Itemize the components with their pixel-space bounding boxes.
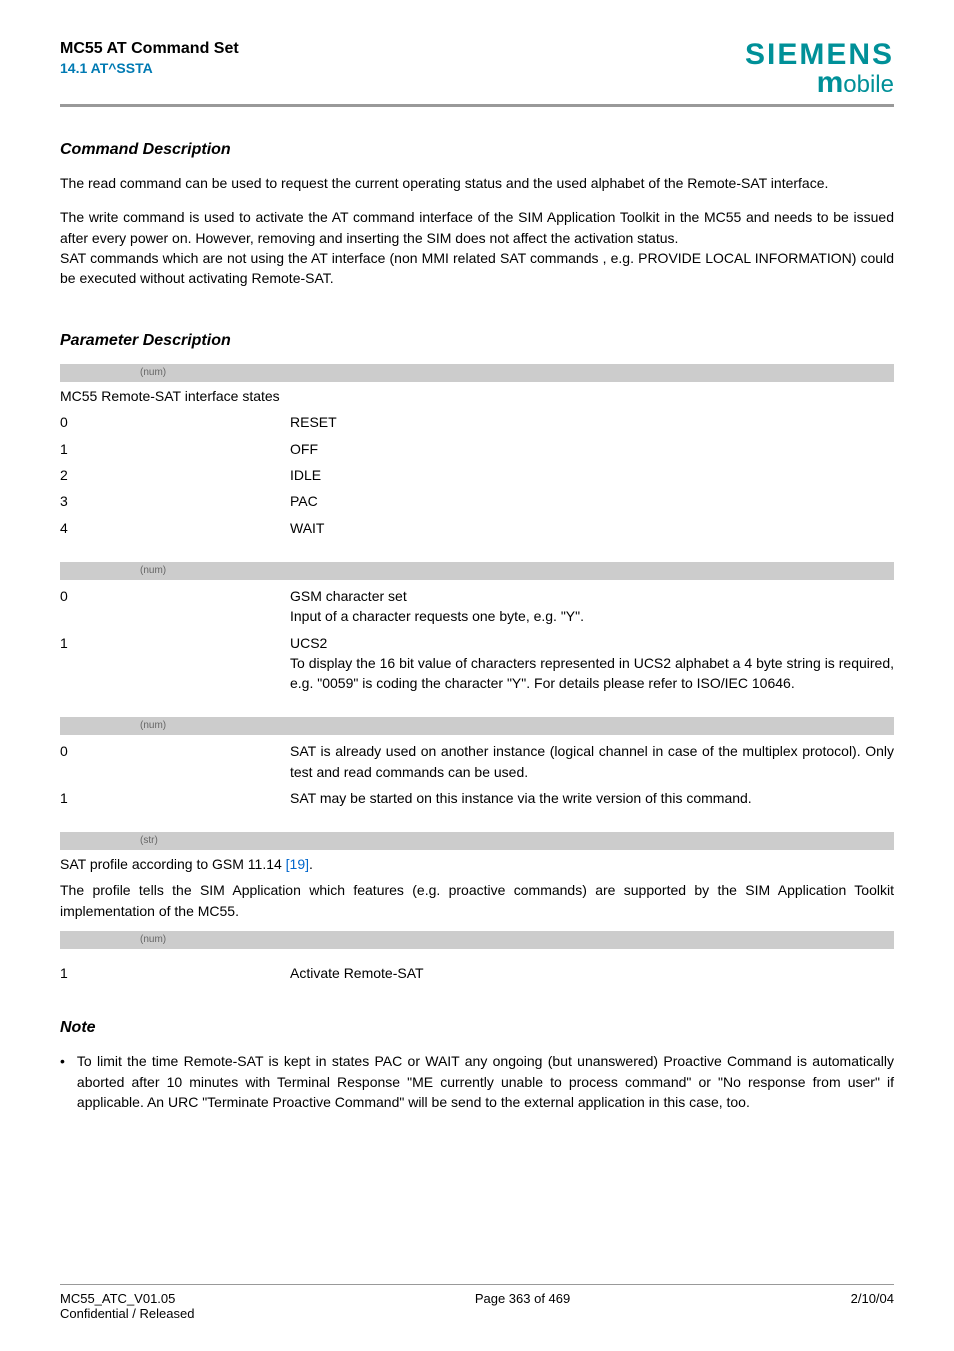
doc-title: MC55 AT Command Set — [60, 40, 239, 58]
table-row: 1OFF — [60, 439, 894, 459]
param-tag: (num) — [60, 364, 894, 382]
page-footer: MC55_ATC_V01.05 Confidential / Released … — [60, 1284, 894, 1321]
param-label: MC55 Remote-SAT interface states — [60, 388, 894, 404]
cell-key: 1 — [60, 633, 290, 694]
param-table: 1Activate Remote-SAT — [60, 963, 894, 983]
cell-val: SAT is already used on another instance … — [290, 741, 894, 782]
brand-subtitle: mobile — [745, 68, 894, 98]
param-tag: (num) — [60, 562, 894, 580]
label-pre: SAT profile according to GSM 11.14 — [60, 856, 286, 872]
cell-val: WAIT — [290, 518, 894, 538]
brand-sub-obile: obile — [843, 71, 894, 98]
cell-val: Activate Remote-SAT — [290, 963, 894, 983]
cmd-desc-p3: SAT commands which are not using the AT … — [60, 250, 894, 286]
param-table: 0GSM character set Input of a character … — [60, 586, 894, 693]
cell-val: RESET — [290, 412, 894, 432]
cell-key: 1 — [60, 439, 290, 459]
cell-val: SAT may be started on this instance via … — [290, 788, 894, 808]
cell-key: 4 — [60, 518, 290, 538]
table-row: 0SAT is already used on another instance… — [60, 741, 894, 782]
command-description-heading: Command Description — [60, 141, 894, 159]
table-row: 2IDLE — [60, 465, 894, 485]
note-text: To limit the time Remote-SAT is kept in … — [77, 1051, 894, 1112]
footer-center: Page 363 of 469 — [475, 1291, 570, 1321]
table-row: 1UCS2 To display the 16 bit value of cha… — [60, 633, 894, 694]
parameter-description-heading: Parameter Description — [60, 332, 894, 350]
brand-sub-m: m — [817, 66, 844, 99]
param-label-with-link: SAT profile according to GSM 11.14 [19]. — [60, 856, 894, 872]
note-list: • To limit the time Remote-SAT is kept i… — [60, 1051, 894, 1112]
footer-right: 2/10/04 — [851, 1291, 894, 1321]
cmd-desc-p2-3: The write command is used to activate th… — [60, 207, 894, 288]
note-heading: Note — [60, 1019, 894, 1037]
footer-left-1: MC55_ATC_V01.05 — [60, 1291, 194, 1306]
param-tag: (num) — [60, 931, 894, 949]
footer-left: MC55_ATC_V01.05 Confidential / Released — [60, 1291, 194, 1321]
footer-left-2: Confidential / Released — [60, 1306, 194, 1321]
bullet-icon: • — [60, 1051, 65, 1112]
reference-link[interactable]: [19] — [286, 856, 309, 872]
page-header: MC55 AT Command Set 14.1 AT^SSTA SIEMENS… — [60, 40, 894, 107]
cell-val: GSM character set Input of a character r… — [290, 586, 894, 627]
note-item: • To limit the time Remote-SAT is kept i… — [60, 1051, 894, 1112]
cmd-desc-p1: The read command can be used to request … — [60, 173, 894, 193]
cell-key: 0 — [60, 741, 290, 782]
cell-key: 1 — [60, 788, 290, 808]
header-left: MC55 AT Command Set 14.1 AT^SSTA — [60, 40, 239, 76]
param-tag: (num) — [60, 717, 894, 735]
cell-key: 2 — [60, 465, 290, 485]
cell-key: 0 — [60, 412, 290, 432]
table-row: 0RESET — [60, 412, 894, 432]
table-row: 4WAIT — [60, 518, 894, 538]
header-right: SIEMENS mobile — [745, 40, 894, 98]
cmd-desc-p2: The write command is used to activate th… — [60, 209, 894, 245]
cell-val: OFF — [290, 439, 894, 459]
table-row: 0GSM character set Input of a character … — [60, 586, 894, 627]
table-row: 1Activate Remote-SAT — [60, 963, 894, 983]
param-table: 0SAT is already used on another instance… — [60, 741, 894, 808]
table-row: 1SAT may be started on this instance via… — [60, 788, 894, 808]
param-desc-text: The profile tells the SIM Application wh… — [60, 880, 894, 921]
param-table: 0RESET 1OFF 2IDLE 3PAC 4WAIT — [60, 412, 894, 537]
cell-val: PAC — [290, 491, 894, 511]
cell-key: 1 — [60, 963, 290, 983]
cell-key: 0 — [60, 586, 290, 627]
label-post: . — [309, 856, 313, 872]
param-tag: (str) — [60, 832, 894, 850]
cell-key: 3 — [60, 491, 290, 511]
cell-val: UCS2 To display the 16 bit value of char… — [290, 633, 894, 694]
doc-section: 14.1 AT^SSTA — [60, 60, 239, 76]
table-row: 3PAC — [60, 491, 894, 511]
cell-val: IDLE — [290, 465, 894, 485]
